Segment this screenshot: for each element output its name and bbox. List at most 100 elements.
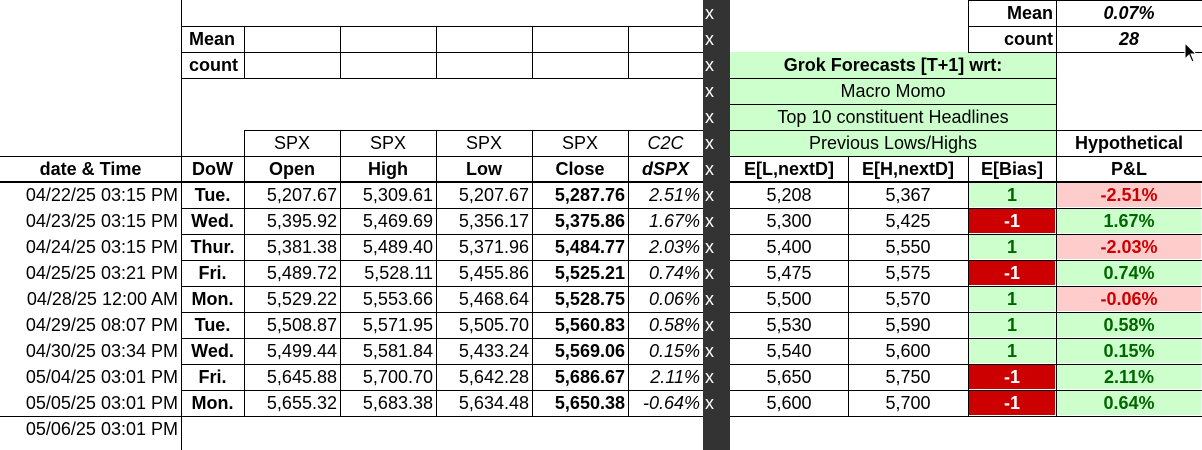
cell-pl: 0.58% — [1057, 313, 1201, 337]
cell-dow: Mon. — [191, 393, 234, 413]
cell-dow: Tue. — [194, 185, 231, 205]
forecast-title: Grok Forecasts [T+1] wrt: — [730, 52, 1056, 78]
grid-line — [730, 208, 1202, 209]
mean-label: Mean — [1006, 3, 1053, 23]
cell-bias: 1 — [969, 339, 1055, 363]
x-marker: x — [705, 263, 714, 283]
forecast-line-headlines: Top 10 constituent Headlines — [730, 104, 1056, 130]
cell-high: 5,553.66 — [362, 289, 433, 309]
grid-line — [730, 104, 1056, 105]
cell-dspx: 0.06% — [648, 289, 700, 309]
cell-el: 5,650 — [766, 367, 812, 387]
grid-line — [532, 26, 533, 78]
cell-low: 5,505.70 — [458, 315, 529, 335]
header-pl: P&L — [1111, 159, 1147, 179]
grid-line — [730, 130, 1056, 131]
cell-bias: 1 — [969, 183, 1055, 207]
header-divider — [730, 181, 1202, 183]
grid-line — [1056, 130, 1202, 131]
grid-line — [436, 26, 437, 78]
header-high: High — [368, 159, 408, 179]
x-marker: x — [705, 315, 714, 335]
count-value: 28 — [1118, 29, 1140, 49]
grid-line — [1056, 0, 1057, 52]
header-dow: DoW — [192, 159, 233, 179]
cell-date: 04/29/25 08:07 PM — [25, 315, 178, 335]
mean-value: 0.07% — [1103, 3, 1155, 23]
cell-low: 5,455.86 — [458, 263, 529, 283]
cell-open: 5,489.72 — [266, 263, 337, 283]
cell-high: 5,309.61 — [362, 185, 433, 205]
cell-date-last: 05/06/25 03:01 PM — [25, 419, 178, 439]
grid-line — [532, 130, 533, 416]
cell-high: 5,571.95 — [362, 315, 433, 335]
header-date: date & Time — [39, 159, 142, 179]
cell-date: 04/28/25 12:00 AM — [26, 289, 178, 309]
cell-close: 5,375.86 — [554, 211, 625, 231]
header-eh: E[H,nextD] — [861, 159, 954, 179]
x-marker: x — [705, 341, 714, 361]
cell-low: 5,433.24 — [458, 341, 529, 361]
x-marker: x — [705, 367, 714, 387]
cell-open: 5,655.32 — [266, 393, 337, 413]
cell-date: 05/04/25 03:01 PM — [25, 367, 178, 387]
grid-line — [730, 416, 1202, 417]
x-marker: x — [705, 29, 714, 49]
cell-bias: -1 — [969, 209, 1055, 233]
grid-line — [968, 26, 1202, 27]
cell-pl: 2.11% — [1057, 365, 1201, 389]
cell-close: 5,528.75 — [554, 289, 625, 309]
grid-line — [730, 156, 1202, 157]
forecast-line-macro: Macro Momo — [730, 78, 1056, 104]
x-marker: x — [705, 211, 714, 231]
cell-pl: -2.51% — [1057, 183, 1201, 207]
count-label: count — [1004, 29, 1053, 49]
grid-line — [181, 286, 703, 287]
grid-line — [244, 130, 245, 416]
cell-eh: 5,700 — [885, 393, 931, 413]
grid-line — [628, 26, 629, 78]
header-divider — [0, 181, 703, 183]
header-open: Open — [268, 159, 315, 179]
x-marker: x — [705, 289, 714, 309]
grid-line — [181, 234, 703, 235]
header-low: Low — [466, 159, 502, 179]
cell-dspx: -0.64% — [642, 393, 700, 413]
cell-high: 5,581.84 — [362, 341, 433, 361]
cell-pl: 0.64% — [1057, 391, 1201, 415]
grid-line — [628, 130, 629, 416]
cell-low: 5,642.28 — [458, 367, 529, 387]
header-el: E[L,nextD] — [744, 159, 834, 179]
header-open-top: SPX — [273, 133, 311, 153]
cell-date: 04/23/25 03:15 PM — [25, 211, 178, 231]
left-count-label: count — [189, 55, 238, 75]
cell-bias: -1 — [969, 391, 1055, 415]
grid-line — [340, 130, 341, 416]
cell-high: 5,489.40 — [362, 237, 433, 257]
grid-line — [730, 312, 1202, 313]
cell-bias: -1 — [969, 261, 1055, 285]
cell-low: 5,634.48 — [458, 393, 529, 413]
cell-el: 5,475 — [766, 263, 812, 283]
grid-line — [244, 130, 703, 131]
cell-dow: Wed. — [191, 211, 234, 231]
cell-high: 5,528.11 — [364, 263, 433, 283]
grid-line — [968, 52, 1202, 53]
cell-dspx: 1.67% — [648, 211, 700, 231]
cell-open: 5,395.92 — [266, 211, 337, 231]
x-marker: x — [705, 55, 714, 75]
cell-bias: 1 — [969, 235, 1055, 259]
x-marker: x — [705, 237, 714, 257]
cell-bias: 1 — [969, 287, 1055, 311]
grid-line — [730, 286, 1202, 287]
cell-open: 5,499.44 — [266, 341, 337, 361]
cell-el: 5,540 — [766, 341, 812, 361]
cell-date: 04/24/25 03:15 PM — [25, 237, 178, 257]
cell-close: 5,650.38 — [554, 393, 625, 413]
header-pl-top: Hypothetical — [1074, 133, 1184, 153]
cell-date: 04/25/25 03:21 PM — [25, 263, 178, 283]
cell-date: 04/22/25 03:15 PM — [25, 185, 178, 205]
cell-pl: 0.74% — [1057, 261, 1201, 285]
header-c2c: C2C — [647, 133, 684, 153]
spreadsheet: Mean 0.07% count 28 Mean count Grok Forecasts … — [0, 0, 1202, 450]
